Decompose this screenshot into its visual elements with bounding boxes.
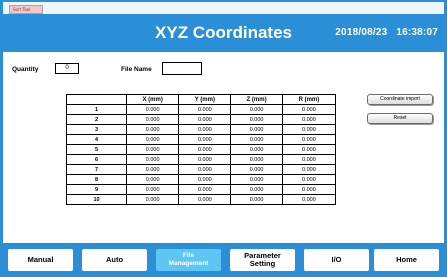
table-row: 4 0.000 0.000 0.000 0.000 [66, 134, 337, 145]
z-value-cell[interactable]: 0.000 [230, 114, 283, 125]
column-header-x: X (mm) [125, 94, 180, 105]
nav-auto-label: Auto [105, 255, 124, 264]
row-index-cell: 10 [66, 194, 127, 205]
row-index-cell: 8 [66, 174, 127, 185]
nav-file-management-label-line2: Management [168, 260, 209, 267]
app-frame: Sort Tool XYZ Coordinates 2018/08/23 16:3… [0, 0, 447, 277]
x-value-cell[interactable]: 0.000 [125, 134, 180, 145]
row-index-cell: 1 [66, 104, 127, 115]
nav-io-button[interactable]: I/O [304, 249, 369, 271]
z-value-cell[interactable]: 0.000 [230, 104, 283, 115]
x-value-cell[interactable]: 0.000 [125, 104, 180, 115]
column-header-z: Z (mm) [230, 94, 283, 105]
y-value-cell[interactable]: 0.000 [178, 104, 232, 115]
z-value-cell[interactable]: 0.000 [230, 154, 283, 165]
y-value-cell[interactable]: 0.000 [178, 174, 232, 185]
minimized-window-tab[interactable]: Sort Tool [9, 5, 43, 14]
index-column-header [66, 94, 127, 105]
y-value-cell[interactable]: 0.000 [178, 194, 232, 205]
nav-manual-label: Manual [27, 255, 54, 264]
x-value-cell[interactable]: 0.000 [125, 164, 180, 175]
table-row: 10 0.000 0.000 0.000 0.000 [66, 194, 337, 205]
r-value-cell[interactable]: 0.000 [281, 144, 337, 155]
table-row: 9 0.000 0.000 0.000 0.000 [66, 184, 337, 195]
row-index-cell: 3 [66, 124, 127, 135]
row-index-cell: 7 [66, 164, 127, 175]
main-content: Quantity 0 File Name X (mm) Y (mm) Z (mm… [3, 52, 444, 243]
z-value-cell[interactable]: 0.000 [230, 164, 283, 175]
datetime-display: 2018/08/23 16:38:07 [335, 14, 438, 52]
table-header-row: X (mm) Y (mm) Z (mm) R (mm) [66, 94, 337, 105]
table-row: 5 0.000 0.000 0.000 0.000 [66, 144, 337, 155]
row-index-cell: 4 [66, 134, 127, 145]
r-value-cell[interactable]: 0.000 [281, 124, 337, 135]
z-value-cell[interactable]: 0.000 [230, 124, 283, 135]
r-value-cell[interactable]: 0.000 [281, 154, 337, 165]
x-value-cell[interactable]: 0.000 [125, 174, 180, 185]
x-value-cell[interactable]: 0.000 [125, 184, 180, 195]
row-index-cell: 9 [66, 184, 127, 195]
row-index-cell: 5 [66, 144, 127, 155]
y-value-cell[interactable]: 0.000 [178, 114, 232, 125]
nav-parameter-setting-button[interactable]: Parameter Setting [230, 249, 295, 271]
r-value-cell[interactable]: 0.000 [281, 184, 337, 195]
coordinate-table: X (mm) Y (mm) Z (mm) R (mm) 1 0.000 0.000 0… [66, 94, 337, 205]
r-value-cell[interactable]: 0.000 [281, 134, 337, 145]
table-row: 7 0.000 0.000 0.000 0.000 [66, 164, 337, 175]
quantity-field[interactable]: 0 [55, 63, 79, 74]
y-value-cell[interactable]: 0.000 [178, 164, 232, 175]
r-value-cell[interactable]: 0.000 [281, 194, 337, 205]
column-header-r: R (mm) [281, 94, 337, 105]
nav-file-management-label-line1: File [182, 252, 195, 259]
x-value-cell[interactable]: 0.000 [125, 154, 180, 165]
nav-parameter-setting-label-line2: Setting [249, 259, 276, 268]
column-header-y: Y (mm) [178, 94, 232, 105]
table-row: 3 0.000 0.000 0.000 0.000 [66, 124, 337, 135]
z-value-cell[interactable]: 0.000 [230, 184, 283, 195]
quantity-label: Quantity [12, 66, 39, 73]
date-text: 2018/08/23 [335, 27, 388, 38]
y-value-cell[interactable]: 0.000 [178, 184, 232, 195]
header-bar: XYZ Coordinates 2018/08/23 16:38:07 [3, 14, 444, 52]
y-value-cell[interactable]: 0.000 [178, 154, 232, 165]
y-value-cell[interactable]: 0.000 [178, 144, 232, 155]
nav-auto-button[interactable]: Auto [82, 249, 147, 271]
table-row: 2 0.000 0.000 0.000 0.000 [66, 114, 337, 125]
x-value-cell[interactable]: 0.000 [125, 194, 180, 205]
r-value-cell[interactable]: 0.000 [281, 114, 337, 125]
x-value-cell[interactable]: 0.000 [125, 114, 180, 125]
file-name-field[interactable] [162, 62, 202, 75]
row-index-cell: 2 [66, 114, 127, 125]
z-value-cell[interactable]: 0.000 [230, 174, 283, 185]
r-value-cell[interactable]: 0.000 [281, 104, 337, 115]
r-value-cell[interactable]: 0.000 [281, 174, 337, 185]
table-row: 8 0.000 0.000 0.000 0.000 [66, 174, 337, 185]
nav-io-label: I/O [331, 255, 342, 264]
y-value-cell[interactable]: 0.000 [178, 124, 232, 135]
nav-home-label: Home [396, 255, 417, 264]
z-value-cell[interactable]: 0.000 [230, 144, 283, 155]
bottom-nav: Manual Auto File Management Parameter Se… [3, 243, 444, 274]
nav-file-management-button[interactable]: File Management [156, 249, 221, 271]
nav-home-button[interactable]: Home [374, 249, 439, 271]
z-value-cell[interactable]: 0.000 [230, 194, 283, 205]
table-row: 1 0.000 0.000 0.000 0.000 [66, 104, 337, 115]
table-row: 6 0.000 0.000 0.000 0.000 [66, 154, 337, 165]
x-value-cell[interactable]: 0.000 [125, 124, 180, 135]
file-name-label: File Name [121, 66, 152, 73]
coordinate-import-button[interactable]: Coordinate import [367, 94, 433, 105]
x-value-cell[interactable]: 0.000 [125, 144, 180, 155]
time-text: 16:38:07 [396, 27, 438, 38]
r-value-cell[interactable]: 0.000 [281, 164, 337, 175]
reset-button[interactable]: Reset [367, 113, 433, 124]
row-index-cell: 6 [66, 154, 127, 165]
title-strip: Sort Tool [3, 2, 444, 14]
y-value-cell[interactable]: 0.000 [178, 134, 232, 145]
z-value-cell[interactable]: 0.000 [230, 134, 283, 145]
nav-manual-button[interactable]: Manual [8, 249, 73, 271]
